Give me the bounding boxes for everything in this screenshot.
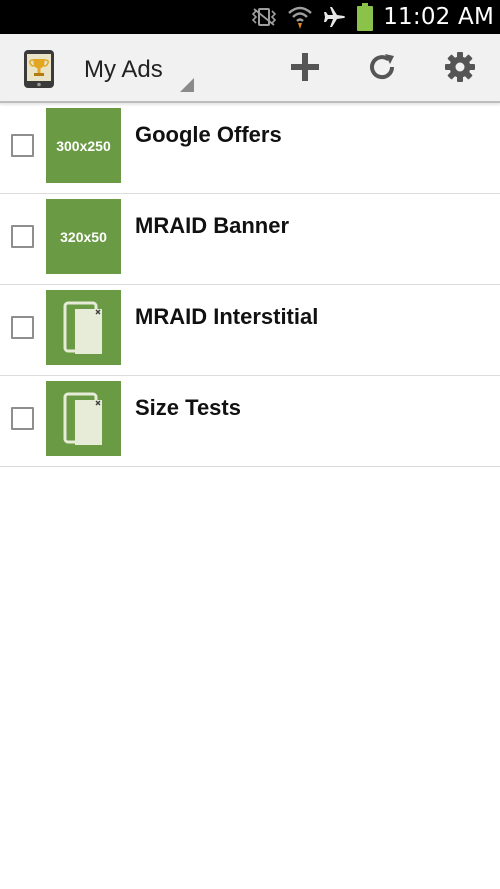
add-ad-button[interactable]: [282, 46, 328, 92]
status-bar: 11:02 AM: [0, 0, 500, 34]
ad-thumbnail: 320x50: [46, 199, 121, 274]
refresh-icon: [366, 51, 398, 88]
ad-thumbnail: 300x250: [46, 108, 121, 183]
list-item[interactable]: MRAID Interstitial: [0, 285, 500, 376]
list-item[interactable]: 300x250 Google Offers: [0, 103, 500, 194]
select-checkbox[interactable]: [11, 316, 34, 339]
battery-icon: [357, 3, 374, 31]
list-item[interactable]: 320x50 MRAID Banner: [0, 194, 500, 285]
vibrate-icon: [251, 7, 277, 27]
refresh-button[interactable]: [359, 46, 405, 92]
ad-name: MRAID Interstitial: [135, 304, 319, 329]
airplane-icon: [323, 5, 347, 29]
ads-title-spinner[interactable]: My Ads: [84, 54, 196, 94]
app-logo-icon[interactable]: [24, 50, 54, 88]
interstitial-icon: [46, 381, 121, 461]
spinner-arrow-icon: [180, 78, 194, 92]
interstitial-icon: [46, 290, 121, 370]
select-checkbox[interactable]: [11, 407, 34, 430]
ad-list: 300x250 Google Offers 320x50 MRAID Banne…: [0, 103, 500, 467]
ad-thumbnail: [46, 381, 121, 456]
list-item[interactable]: Size Tests: [0, 376, 500, 467]
wifi-icon: [287, 4, 313, 30]
gear-icon: [444, 51, 476, 88]
page-title: My Ads: [84, 56, 163, 83]
status-time: 11:02 AM: [383, 4, 494, 30]
ad-name: MRAID Banner: [135, 213, 290, 238]
thumb-size-label: 300x250: [56, 137, 111, 154]
ad-name: Size Tests: [135, 395, 241, 420]
thumb-size-label: 320x50: [60, 228, 107, 245]
ad-name: Google Offers: [135, 122, 282, 147]
status-icons: 11:02 AM: [251, 0, 494, 34]
ad-thumbnail: [46, 290, 121, 365]
action-bar: My Ads: [0, 34, 500, 103]
settings-button[interactable]: [437, 46, 483, 92]
select-checkbox[interactable]: [11, 134, 34, 157]
add-icon: [289, 51, 321, 88]
select-checkbox[interactable]: [11, 225, 34, 248]
